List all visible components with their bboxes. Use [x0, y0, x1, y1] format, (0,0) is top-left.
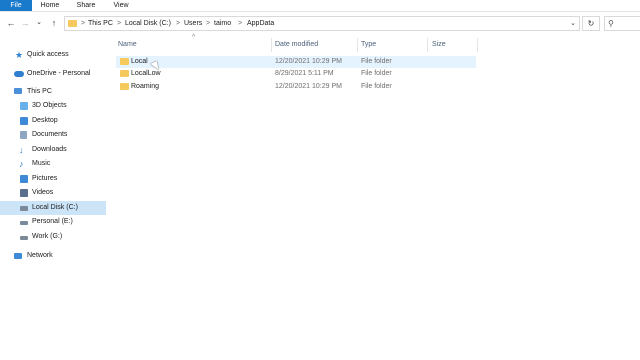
nav-item-onedrive[interactable]: OneDrive - Personal [0, 67, 106, 81]
nav-item-music[interactable]: ♪ Music [0, 157, 106, 171]
nav-item-label: Downloads [32, 146, 67, 153]
folder-icon [68, 20, 77, 27]
nav-item-label: Pictures [32, 175, 58, 182]
nav-item-documents[interactable]: Documents [0, 128, 106, 142]
folder-icon [120, 70, 129, 77]
breadcrumb-separator[interactable]: > [238, 17, 242, 30]
address-box[interactable]: > This PC > Local Disk (C:) > Users > ta… [64, 16, 580, 31]
arrow-left-icon: ← [6, 18, 16, 28]
cloud-icon [14, 71, 24, 77]
drive-icon [20, 236, 28, 240]
nav-item-downloads[interactable]: ↓ Downloads [0, 143, 106, 157]
tab-share[interactable]: Share [72, 0, 100, 11]
column-divider[interactable] [427, 38, 428, 52]
cube-icon [20, 102, 28, 110]
nav-item-local-disk-c[interactable]: Local Disk (C:) [0, 201, 106, 215]
file-date-modified: 12/20/2021 10:29 PM [275, 83, 342, 90]
drive-icon [20, 221, 28, 225]
nav-item-label: Documents [32, 131, 68, 138]
column-divider[interactable] [477, 38, 478, 52]
nav-item-label: Desktop [32, 117, 58, 124]
nav-item-3d-objects[interactable]: 3D Objects [0, 99, 106, 113]
search-icon: ⚲ [608, 19, 614, 28]
nav-item-label: Personal (E:) [32, 218, 73, 225]
nav-item-this-pc[interactable]: This PC [0, 85, 106, 99]
nav-item-label: OneDrive - Personal [27, 70, 91, 77]
nav-item-label: Network [27, 252, 53, 259]
nav-item-label: Work (G:) [32, 233, 63, 240]
breadcrumb-users[interactable]: Users [184, 17, 202, 30]
file-name: Local [131, 58, 148, 65]
tab-file[interactable]: File [0, 0, 32, 11]
column-header-type[interactable]: Type [361, 38, 376, 52]
nav-item-desktop[interactable]: Desktop [0, 114, 106, 128]
breadcrumb-this-pc[interactable]: This PC [88, 17, 113, 30]
nav-item-network[interactable]: Network [0, 249, 106, 263]
tab-home[interactable]: Home [36, 0, 64, 11]
download-icon: ↓ [19, 145, 24, 155]
tab-view[interactable]: View [108, 0, 134, 11]
folder-icon [120, 58, 129, 65]
nav-item-label: 3D Objects [32, 102, 67, 109]
star-icon: ★ [15, 50, 24, 60]
column-divider[interactable] [271, 38, 272, 52]
music-icon: ♪ [19, 159, 24, 169]
file-type: File folder [361, 58, 392, 65]
recent-locations-button[interactable]: ⌄ [34, 17, 44, 29]
file-type: File folder [361, 83, 392, 90]
back-button[interactable]: ← [6, 17, 16, 29]
address-dropdown-icon[interactable]: ⌄ [570, 17, 576, 30]
address-toolbar: ← → ⌄ ↑ > This PC > Local Disk (C:) > Us… [0, 12, 640, 34]
network-icon [14, 253, 22, 259]
breadcrumb-separator[interactable]: > [206, 17, 210, 30]
picture-icon [20, 175, 28, 183]
folder-icon [120, 83, 129, 90]
desktop-icon [20, 117, 28, 125]
search-box[interactable]: ⚲ [604, 16, 640, 31]
nav-item-pictures[interactable]: Pictures [0, 172, 106, 186]
nav-item-quick-access[interactable]: ★ Quick access [0, 48, 106, 62]
column-divider[interactable] [357, 38, 358, 52]
nav-item-label: Music [32, 160, 51, 167]
file-date-modified: 8/29/2021 5:11 PM [275, 70, 334, 77]
up-button[interactable]: ↑ [49, 17, 59, 29]
breadcrumb-separator[interactable]: > [117, 17, 121, 30]
refresh-button[interactable]: ↻ [582, 16, 600, 31]
nav-item-label: Quick access [27, 51, 69, 58]
forward-button[interactable]: → [20, 17, 30, 29]
nav-item-videos[interactable]: Videos [0, 186, 106, 200]
navigation-pane: ★ Quick access OneDrive - Personal This … [0, 38, 110, 360]
nav-item-personal-e[interactable]: Personal (E:) [0, 215, 106, 229]
document-icon [20, 131, 27, 139]
file-type: File folder [361, 70, 392, 77]
arrow-up-icon: ↑ [51, 18, 57, 28]
video-icon [20, 189, 28, 197]
arrow-right-icon: → [20, 18, 30, 28]
drive-icon [20, 206, 28, 211]
file-row-local[interactable]: Local 12/20/2021 10:29 PM File folder [116, 56, 476, 68]
refresh-icon: ↻ [587, 19, 595, 28]
breadcrumb-separator[interactable]: > [81, 17, 85, 30]
nav-item-label: This PC [27, 88, 52, 95]
breadcrumb-appdata[interactable]: AppData [247, 17, 274, 30]
column-header-name[interactable]: Name [118, 38, 137, 52]
file-list: ^ Name Date modified Type Size Local 12/… [112, 34, 640, 360]
file-row-locallow[interactable]: LocalLow 8/29/2021 5:11 PM File folder [116, 68, 476, 80]
computer-icon [14, 88, 22, 94]
file-name: Roaming [131, 83, 160, 90]
breadcrumb-separator[interactable]: > [176, 17, 180, 30]
sort-ascending-icon: ^ [192, 34, 196, 41]
nav-item-label: Local Disk (C:) [32, 204, 78, 211]
breadcrumb-taimo[interactable]: taimo [214, 17, 231, 30]
nav-item-work-g[interactable]: Work (G:) [0, 230, 106, 244]
column-header-date-modified[interactable]: Date modified [275, 38, 318, 52]
nav-item-label: Videos [32, 189, 54, 196]
breadcrumb-local-disk[interactable]: Local Disk (C:) [125, 17, 171, 30]
file-date-modified: 12/20/2021 10:29 PM [275, 58, 342, 65]
chevron-down-icon: ⌄ [36, 19, 42, 26]
ribbon: File Home Share View [0, 0, 640, 12]
column-header-size[interactable]: Size [432, 38, 446, 52]
file-row-roaming[interactable]: Roaming 12/20/2021 10:29 PM File folder [116, 81, 476, 93]
